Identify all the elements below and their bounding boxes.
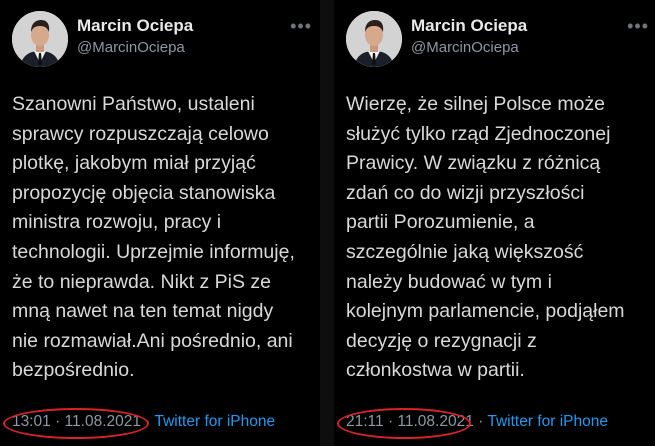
author-handle[interactable]: @MarcinOciepa (77, 39, 185, 56)
tweet-text-line: szczególnie jaką większość (346, 240, 584, 263)
author-name[interactable]: Marcin Ociepa (411, 16, 527, 36)
timestamp-highlight-ellipse (337, 408, 471, 439)
tweet-text-line: mną nawet na ten temat nigdy (12, 300, 274, 323)
avatar[interactable] (346, 11, 402, 67)
avatar[interactable] (12, 11, 68, 67)
tweet-text-line: technologii. Uprzejmie informuję, (12, 240, 295, 263)
tweet-text-line: Wierzę, że silnej Polsce może (346, 93, 606, 115)
tweet-text-line: kolejnym parlamencie, podjąłem (346, 300, 625, 323)
tweet-text-line: plotkę, jakobym miał przyjąć (12, 152, 256, 175)
tweet-text: Szanowni Państwo, ustaleni sprawcy rozpu… (12, 90, 295, 386)
timestamp-highlight-ellipse (3, 408, 149, 439)
tweet-card: Marcin Ociepa @MarcinOciepa ••• Szanowni… (0, 0, 320, 446)
tweet-text-line: członkostwa w partii. (346, 359, 525, 382)
avatar-photo (346, 11, 402, 67)
tweet-text: Wierzę, że silnej Polsce może służyć tyl… (346, 90, 625, 386)
tweet-text-line: zdań co do wizji przyszłości (346, 181, 585, 204)
tweet-text-line: Prawicy. W związku z różnicą (346, 152, 601, 175)
tweet-text-line: propozycję objęcia stanowiska (12, 181, 276, 204)
tweet-text-line: partii Porozumienie, a (346, 211, 535, 234)
tweet-text-line: że to nieprawda. Nikt z PiS ze (12, 270, 272, 293)
tweet-card: Marcin Ociepa @MarcinOciepa ••• Wierzę, … (334, 0, 655, 446)
tweet-text-line: decyzję o rezygnacji z (346, 329, 537, 352)
tweet-client[interactable]: Twitter for iPhone (155, 413, 276, 430)
meta-separator: · (473, 413, 488, 430)
avatar-photo (12, 11, 68, 67)
divider (320, 0, 334, 446)
author-handle[interactable]: @MarcinOciepa (411, 39, 519, 56)
more-options-icon[interactable]: ••• (627, 16, 649, 37)
more-options-icon[interactable]: ••• (290, 16, 312, 37)
tweet-text-line: Szanowni Państwo, ustaleni (12, 93, 255, 115)
tweet-text-line: ministra rozwoju, pracy i (12, 211, 222, 234)
tweet-client[interactable]: Twitter for iPhone (487, 413, 608, 430)
tweet-text-line: należy budować w tym i (346, 270, 552, 293)
author-name[interactable]: Marcin Ociepa (77, 16, 193, 36)
tweet-text-line: nie rozmawiał.Ani pośrednio, ani (12, 329, 293, 352)
tweet-text-line: służyć tylko rząd Zjednoczonej (346, 122, 611, 145)
tweet-text-line: sprawcy rozpuszczają celowo (12, 122, 269, 145)
tweet-text-line: bezpośrednio. (12, 359, 135, 382)
